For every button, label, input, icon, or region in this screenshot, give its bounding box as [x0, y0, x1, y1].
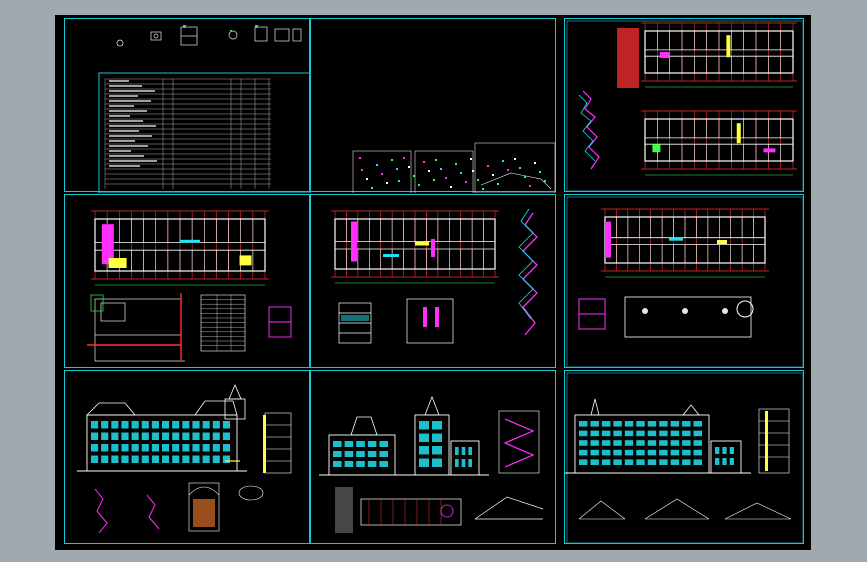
ground-floor-graphic — [87, 210, 292, 362]
details-graphic — [352, 142, 556, 193]
drawing-canvas[interactable] — [55, 15, 811, 550]
sheet-side-elevation[interactable] — [310, 370, 556, 544]
sheet-floor-plans-top[interactable] — [564, 18, 804, 192]
drawing-index-graphic — [98, 25, 311, 193]
rear-elevation-graphic — [565, 372, 804, 544]
sheet-third-floor[interactable] — [564, 194, 804, 368]
front-elevation-graphic — [77, 383, 292, 534]
side-elevation-graphic — [319, 395, 544, 533]
third-floor-graphic — [566, 196, 804, 368]
floor-plans-graphic — [566, 20, 804, 192]
sheet-front-elevation[interactable] — [64, 370, 310, 544]
cad-viewport[interactable] — [0, 0, 867, 562]
sheet-details-top[interactable] — [310, 18, 556, 193]
second-floor-graphic — [331, 208, 538, 344]
sheet-drawing-index[interactable] — [64, 18, 311, 193]
sheet-second-floor[interactable] — [310, 194, 556, 368]
sheet-ground-floor[interactable] — [64, 194, 310, 368]
sheet-rear-elevation[interactable] — [564, 370, 804, 544]
